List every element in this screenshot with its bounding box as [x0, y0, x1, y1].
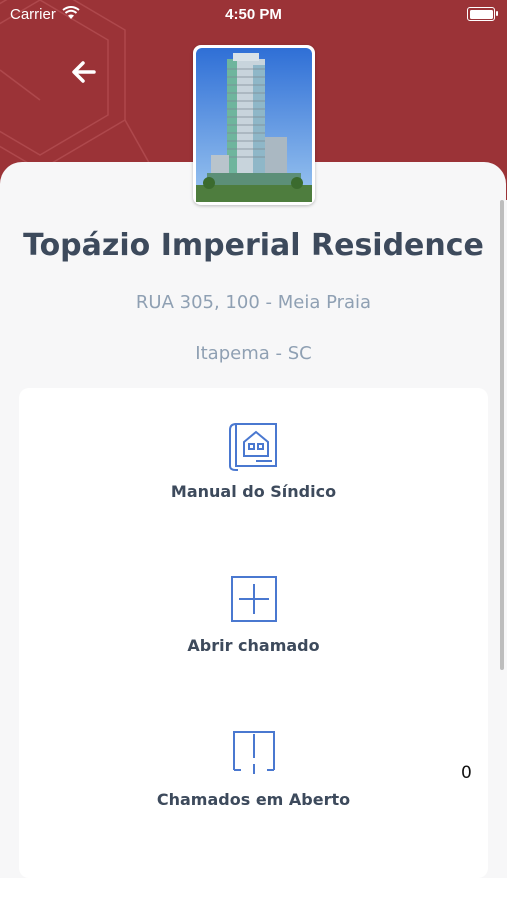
blueprint-house-icon: [228, 423, 277, 471]
building-name: Topázio Imperial Residence: [23, 228, 484, 263]
scrollbar[interactable]: [500, 200, 504, 670]
bottom-edge: [0, 878, 507, 900]
menu-item-label: Manual do Síndico: [170, 482, 337, 501]
open-tickets-count: 0: [461, 763, 472, 783]
menu-item-abrir-chamado[interactable]: Abrir chamado: [19, 574, 488, 655]
building-address: RUA 305, 100 - Meia Praia: [135, 292, 372, 313]
door-icon: [232, 731, 275, 774]
building-photo: [193, 45, 315, 205]
clock: 4:50 PM: [225, 6, 282, 23]
plus-square-icon: [230, 576, 277, 622]
menu-item-label: Abrir chamado: [187, 636, 320, 655]
building-city: Itapema - SC: [195, 343, 312, 364]
status-bar: Carrier 4:50 PM: [0, 0, 507, 28]
battery-icon: [467, 7, 498, 21]
menu-item-manual-sindico[interactable]: Manual do Síndico: [19, 420, 488, 501]
menu-panel: Manual do Síndico Abrir chamado Chamados…: [19, 388, 488, 878]
menu-item-label: Chamados em Aberto: [156, 790, 351, 809]
menu-item-chamados-em-aberto[interactable]: Chamados em Aberto: [19, 728, 488, 809]
arrow-left-icon[interactable]: [66, 54, 102, 90]
